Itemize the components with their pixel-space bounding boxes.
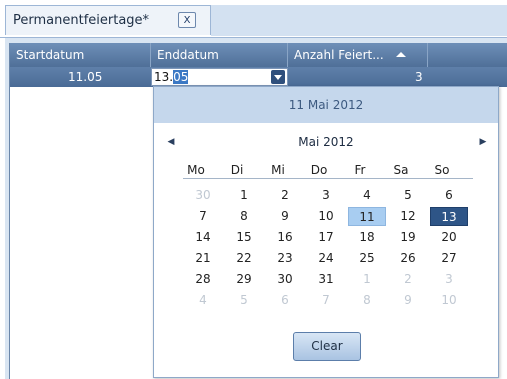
weekday-so: So xyxy=(434,163,450,177)
calendar-day[interactable]: 11 xyxy=(348,207,386,226)
weekday-divider xyxy=(183,178,473,179)
cell-startdatum: 11.05 xyxy=(68,70,103,84)
calendar-day[interactable]: 9 xyxy=(266,207,304,226)
calendar-day[interactable]: 5 xyxy=(225,291,263,310)
clear-button[interactable]: Clear xyxy=(293,332,361,361)
column-header-startdatum[interactable]: Startdatum xyxy=(10,43,151,67)
weekday-fr: Fr xyxy=(354,163,366,177)
calendar-day[interactable]: 14 xyxy=(184,228,222,247)
calendar-day[interactable]: 30 xyxy=(184,186,222,205)
calendar-day[interactable]: 12 xyxy=(389,207,427,226)
calendar-day[interactable]: 8 xyxy=(225,207,263,226)
enddatum-text-prefix: 13. xyxy=(154,70,174,84)
calendar-day[interactable]: 22 xyxy=(225,249,263,268)
calendar-day[interactable]: 10 xyxy=(307,207,345,226)
calendar-day[interactable]: 6 xyxy=(430,186,468,205)
calendar-day[interactable]: 1 xyxy=(348,270,386,289)
calendar-day[interactable]: 4 xyxy=(184,291,222,310)
close-icon[interactable]: X xyxy=(178,12,196,28)
weekday-mo: Mo xyxy=(187,163,205,177)
calendar-day[interactable]: 26 xyxy=(389,249,427,268)
calendar-day[interactable]: 18 xyxy=(348,228,386,247)
calendar-day[interactable]: 30 xyxy=(266,270,304,289)
dropdown-toggle-icon[interactable] xyxy=(271,70,285,84)
calendar-day[interactable]: 21 xyxy=(184,249,222,268)
calendar-day[interactable]: 29 xyxy=(225,270,263,289)
calendar-day[interactable]: 13 xyxy=(430,207,468,226)
column-header-anzahl-label: Anzahl Feiert... xyxy=(294,48,384,62)
calendar-day[interactable]: 8 xyxy=(348,291,386,310)
next-month-icon[interactable]: ▶ xyxy=(474,133,492,151)
calendar-day[interactable]: 23 xyxy=(266,249,304,268)
date-picker-popup: 11 Mai 2012 ◀ Mai 2012 ▶ Mo Di Mi Do Fr … xyxy=(153,86,499,378)
cell-anzahl: 3 xyxy=(415,70,423,84)
calendar-day[interactable]: 4 xyxy=(348,186,386,205)
tab-strip-background xyxy=(211,5,507,36)
calendar-day[interactable]: 10 xyxy=(430,291,468,310)
calendar-day[interactable]: 2 xyxy=(266,186,304,205)
calendar-day[interactable]: 25 xyxy=(348,249,386,268)
month-title[interactable]: Mai 2012 xyxy=(154,135,498,149)
column-header-anzahl[interactable]: Anzahl Feiert... xyxy=(288,43,428,67)
calendar-day[interactable]: 20 xyxy=(430,228,468,247)
calendar-day[interactable]: 1 xyxy=(225,186,263,205)
calendar-day[interactable]: 6 xyxy=(266,291,304,310)
calendar-day[interactable]: 3 xyxy=(430,270,468,289)
weekday-mi: Mi xyxy=(271,163,285,177)
column-header-enddatum[interactable]: Enddatum xyxy=(151,43,288,67)
tab-bar: Permanentfeiertage* X xyxy=(0,0,507,38)
calendar-day[interactable]: 15 xyxy=(225,228,263,247)
enddatum-text-selected: 05 xyxy=(173,70,189,84)
sort-ascending-icon xyxy=(396,52,406,57)
enddatum-input-text: 13.05 xyxy=(154,70,189,84)
calendar-day[interactable]: 17 xyxy=(307,228,345,247)
calendar-day[interactable]: 3 xyxy=(307,186,345,205)
tab-title: Permanentfeiertage* xyxy=(13,13,150,28)
calendar-day[interactable]: 24 xyxy=(307,249,345,268)
selected-date-header[interactable]: 11 Mai 2012 xyxy=(154,87,498,123)
table-row[interactable]: 11.05 13.05 3 xyxy=(10,67,507,87)
calendar-day[interactable]: 7 xyxy=(184,207,222,226)
calendar-day[interactable]: 31 xyxy=(307,270,345,289)
weekday-do: Do xyxy=(310,163,328,177)
calendar-day[interactable]: 7 xyxy=(307,291,345,310)
enddatum-date-input[interactable]: 13.05 xyxy=(151,68,288,86)
calendar-day[interactable]: 2 xyxy=(389,270,427,289)
calendar-day[interactable]: 9 xyxy=(389,291,427,310)
calendar-day[interactable]: 19 xyxy=(389,228,427,247)
calendar-day[interactable]: 27 xyxy=(430,249,468,268)
weekday-sa: Sa xyxy=(393,163,409,177)
calendar-day[interactable]: 5 xyxy=(389,186,427,205)
weekday-di: Di xyxy=(230,163,244,177)
tab-permanentfeiertage[interactable]: Permanentfeiertage* X xyxy=(5,5,211,35)
calendar-day[interactable]: 28 xyxy=(184,270,222,289)
calendar-day[interactable]: 16 xyxy=(266,228,304,247)
grid-header: Startdatum Enddatum Anzahl Feiert... xyxy=(10,43,507,67)
